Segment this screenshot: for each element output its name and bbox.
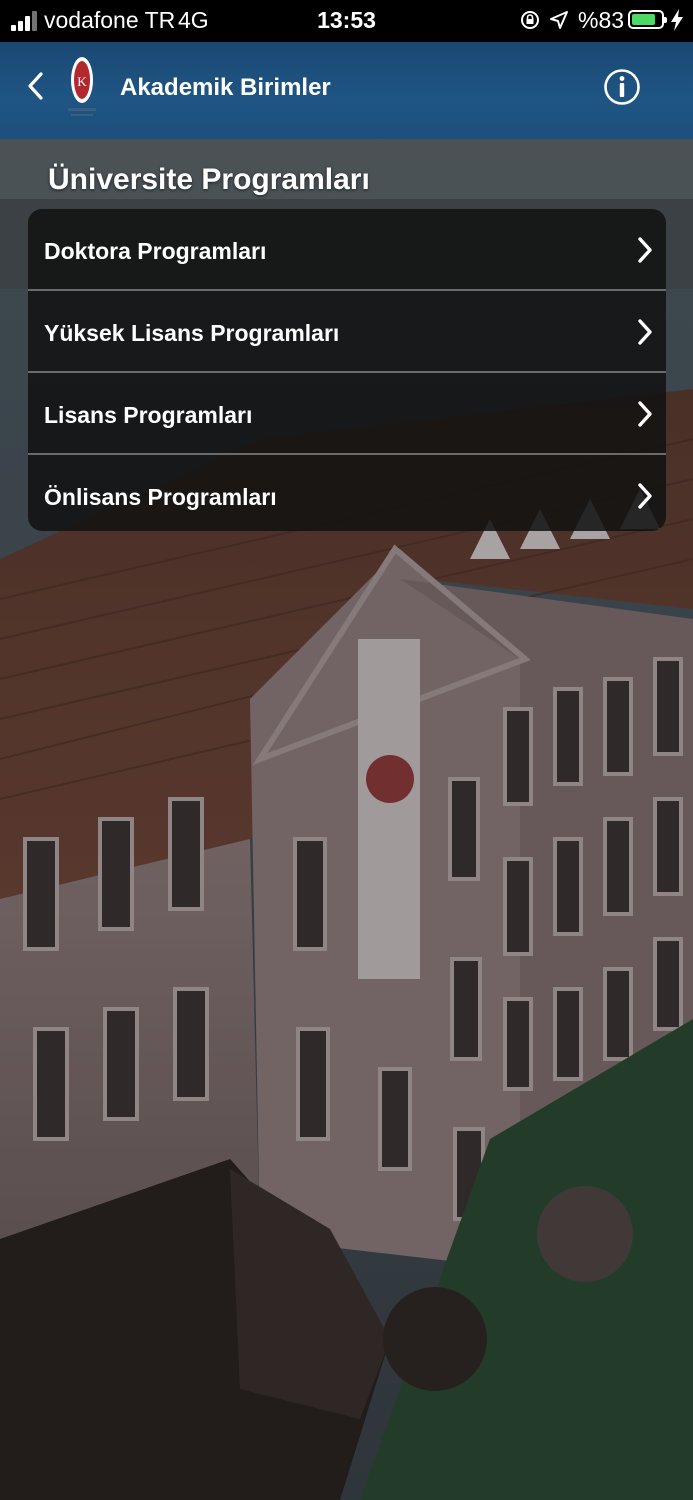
university-logo: K — [68, 57, 96, 116]
menu-item-label: Yüksek Lisans Programları — [44, 320, 340, 346]
location-arrow-icon — [550, 11, 568, 29]
svg-text:K: K — [77, 74, 87, 89]
status-bar: vodafone TR 4G 13:53 %83 — [0, 0, 693, 42]
menu-item-label: Lisans Programları — [44, 402, 253, 428]
back-chevron-icon[interactable] — [22, 70, 50, 102]
charging-bolt-icon — [671, 9, 683, 31]
menu-item-masters-programs[interactable]: Yüksek Lisans Programları — [28, 291, 666, 373]
battery-percentage: %83 — [578, 7, 625, 33]
menu-item-doctoral-programs[interactable]: Doktora Programları — [28, 209, 666, 291]
menu-item-label: Doktora Programları — [44, 238, 267, 264]
rotation-lock-icon — [521, 11, 539, 29]
chevron-right-icon — [638, 401, 652, 427]
menu-item-associate-programs[interactable]: Önlisans Programları — [28, 455, 666, 531]
section-title: Üniversite Programları — [48, 163, 370, 196]
program-menu-list: Doktora Programları Yüksek Lisans Progra… — [28, 209, 666, 531]
chevron-right-icon — [638, 237, 652, 263]
menu-item-bachelors-programs[interactable]: Lisans Programları — [28, 373, 666, 455]
page-title: Akademik Birimler — [120, 74, 331, 101]
navigation-bar: K Akademik Birimler — [0, 42, 693, 139]
menu-item-label: Önlisans Programları — [44, 484, 277, 510]
battery-icon — [628, 10, 667, 29]
info-icon[interactable] — [603, 68, 641, 106]
chevron-right-icon — [638, 483, 652, 509]
chevron-right-icon — [638, 319, 652, 345]
